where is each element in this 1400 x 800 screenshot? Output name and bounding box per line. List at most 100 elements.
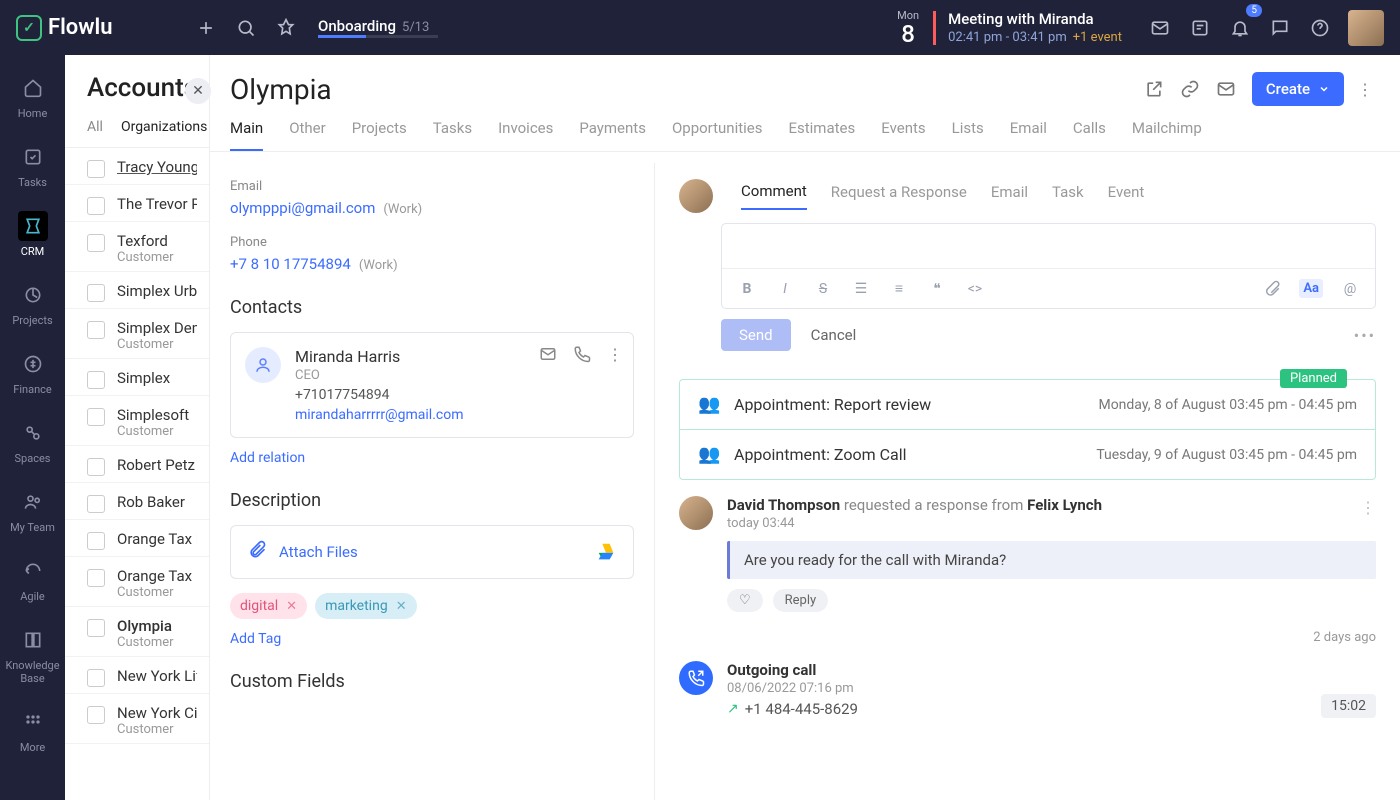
contact-email-link[interactable]: mirandaharrrrr@gmail.com — [295, 407, 463, 423]
reply-button[interactable]: Reply — [773, 589, 829, 612]
tab-main[interactable]: Main — [230, 119, 263, 151]
tab-lists[interactable]: Lists — [952, 119, 984, 151]
account-row[interactable]: Orange TaxCustomer — [65, 557, 209, 607]
filter-organizations[interactable]: Organizations — [121, 119, 207, 135]
tab-projects[interactable]: Projects — [352, 119, 407, 151]
account-row[interactable]: Simplex DemoCustomer — [65, 309, 209, 359]
add-tag-link[interactable]: Add Tag — [230, 631, 281, 647]
contact-card[interactable]: Miranda Harris CEO +71017754894 mirandah… — [230, 332, 634, 438]
account-row[interactable]: SimplesoftCustomer — [65, 396, 209, 446]
checkbox[interactable] — [87, 160, 105, 178]
bullet-list-icon[interactable]: ☰ — [850, 281, 872, 297]
italic-icon[interactable]: I — [774, 281, 796, 297]
onboarding-progress[interactable]: Onboarding 5/13 — [318, 17, 438, 38]
contact-more-icon[interactable]: ⋮ — [607, 345, 623, 367]
next-event[interactable]: Meeting with Miranda 02:41 pm - 03:41 pm… — [948, 10, 1122, 45]
send-button[interactable]: Send — [721, 319, 791, 351]
account-row[interactable]: Rob Baker — [65, 483, 209, 520]
account-row[interactable]: New York CityCustomer — [65, 694, 209, 744]
tab-tasks[interactable]: Tasks — [433, 119, 472, 151]
mail-icon[interactable] — [1140, 8, 1180, 48]
link-icon[interactable] — [1172, 71, 1208, 107]
tab-events[interactable]: Events — [881, 119, 925, 151]
account-row[interactable]: The Trevor Project — [65, 185, 209, 222]
account-row[interactable]: Simplex Urban — [65, 272, 209, 309]
checkbox[interactable] — [87, 284, 105, 302]
filter-all[interactable]: All — [87, 119, 103, 135]
nav-spaces[interactable]: Spaces — [0, 410, 65, 473]
open-external-icon[interactable] — [1136, 71, 1172, 107]
checkbox[interactable] — [87, 408, 105, 426]
nav-finance[interactable]: Finance — [0, 341, 65, 404]
tab-invoices[interactable]: Invoices — [498, 119, 553, 151]
add-relation-link[interactable]: Add relation — [230, 450, 305, 466]
composer-input[interactable] — [722, 224, 1375, 268]
user-avatar[interactable] — [1348, 10, 1384, 46]
pin-icon[interactable] — [266, 8, 306, 48]
composer-tab-task[interactable]: Task — [1052, 183, 1084, 209]
checkbox[interactable] — [87, 321, 105, 339]
nav-agile[interactable]: Agile — [0, 548, 65, 611]
quote-icon[interactable]: ❝ — [926, 281, 948, 297]
text-format-icon[interactable]: Aa — [1299, 279, 1323, 298]
bold-icon[interactable]: B — [736, 281, 758, 297]
checkbox[interactable] — [87, 197, 105, 215]
account-row[interactable]: TexfordCustomer — [65, 222, 209, 272]
tab-opportunities[interactable]: Opportunities — [672, 119, 763, 151]
mention-icon[interactable]: @ — [1339, 281, 1361, 297]
composer-tab-comment[interactable]: Comment — [741, 182, 807, 210]
tag-digital[interactable]: digital✕ — [230, 593, 307, 619]
nav-more[interactable]: More — [0, 699, 65, 762]
composer-tab-email[interactable]: Email — [991, 183, 1028, 209]
help-icon[interactable] — [1300, 8, 1340, 48]
strikethrough-icon[interactable]: S — [812, 281, 834, 297]
account-row[interactable]: New York Life — [65, 657, 209, 694]
appointment-item[interactable]: 👥 Appointment: Zoom Call Tuesday, 9 of A… — [680, 429, 1375, 479]
nav-team[interactable]: My Team — [0, 479, 65, 542]
tab-other[interactable]: Other — [289, 119, 326, 151]
tab-mailchimp[interactable]: Mailchimp — [1132, 119, 1202, 151]
contact-call-icon[interactable] — [573, 345, 591, 367]
nav-crm[interactable]: CRM — [0, 203, 65, 266]
numbered-list-icon[interactable]: ≡ — [888, 280, 910, 297]
checkbox[interactable] — [87, 495, 105, 513]
email-icon[interactable] — [1208, 71, 1244, 107]
appointment-item[interactable]: 👥 Appointment: Report review Monday, 8 o… — [680, 380, 1375, 429]
checkbox[interactable] — [87, 569, 105, 587]
today-date[interactable]: Mon 8 — [897, 9, 919, 46]
tab-payments[interactable]: Payments — [579, 119, 646, 151]
code-icon[interactable]: <> — [964, 281, 986, 297]
add-icon[interactable] — [186, 8, 226, 48]
tab-email[interactable]: Email — [1010, 119, 1047, 151]
composer-tab-response[interactable]: Request a Response — [831, 183, 967, 209]
composer-more-icon[interactable]: ••• — [1354, 326, 1376, 345]
create-button[interactable]: Create — [1252, 72, 1344, 106]
nav-kb[interactable]: Knowledge Base — [0, 617, 65, 693]
checkbox[interactable] — [87, 619, 105, 637]
phone-link[interactable]: +7 8 10 17754894 — [230, 255, 351, 273]
search-icon[interactable] — [226, 8, 266, 48]
checkbox[interactable] — [87, 669, 105, 687]
account-row[interactable]: OlympiaCustomer — [65, 607, 209, 657]
checkbox[interactable] — [87, 532, 105, 550]
nav-tasks[interactable]: Tasks — [0, 134, 65, 197]
account-row[interactable]: Tracy Young — [65, 148, 209, 185]
account-row[interactable]: Robert Petz — [65, 446, 209, 483]
checkbox[interactable] — [87, 234, 105, 252]
tag-marketing[interactable]: marketing✕ — [315, 593, 417, 619]
notes-icon[interactable] — [1180, 8, 1220, 48]
tab-calls[interactable]: Calls — [1073, 119, 1106, 151]
nav-home[interactable]: Home — [0, 65, 65, 128]
close-panel-button[interactable]: ✕ — [185, 78, 211, 104]
composer-tab-event[interactable]: Event — [1108, 183, 1145, 209]
remove-tag-icon[interactable]: ✕ — [286, 599, 297, 614]
nav-projects[interactable]: Projects — [0, 272, 65, 335]
chat-icon[interactable] — [1260, 8, 1300, 48]
cancel-button[interactable]: Cancel — [811, 326, 857, 344]
checkbox[interactable] — [87, 371, 105, 389]
attach-files-box[interactable]: Attach Files — [230, 525, 634, 579]
tab-estimates[interactable]: Estimates — [788, 119, 855, 151]
attach-icon[interactable] — [1261, 280, 1283, 298]
like-button[interactable]: ♡ — [727, 589, 763, 612]
feed-item-more-icon[interactable]: ⋮ — [1360, 498, 1376, 517]
